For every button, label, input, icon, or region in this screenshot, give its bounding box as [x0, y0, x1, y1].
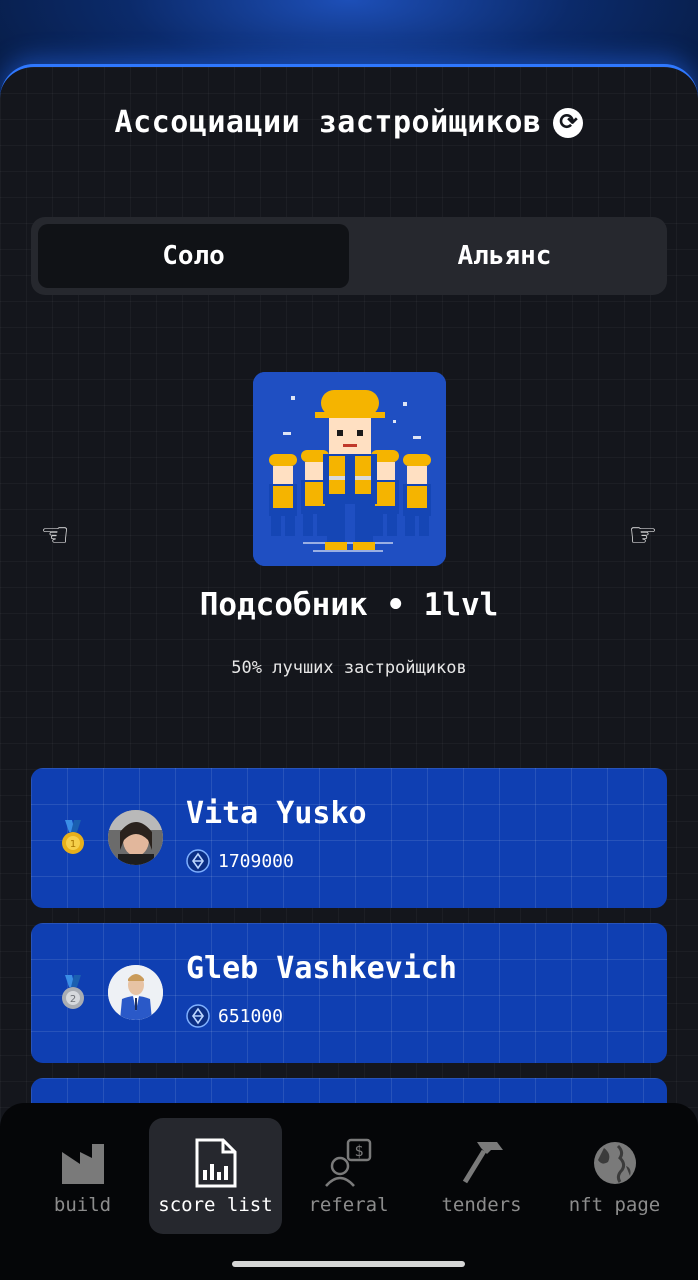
bottom-nav: build score list $ referal tenders nft p… [0, 1103, 698, 1280]
refresh-icon[interactable]: ⟳ [553, 107, 584, 138]
nav-build[interactable]: build [16, 1118, 149, 1234]
nav-referal[interactable]: $ referal [282, 1118, 415, 1234]
avatar [108, 965, 163, 1020]
score-row: 651000 [186, 1004, 283, 1028]
building-icon [61, 1144, 104, 1184]
tab-solo[interactable]: Соло [38, 224, 349, 288]
svg-text:1: 1 [70, 839, 76, 850]
tab-alliance[interactable]: Альянс [349, 224, 660, 288]
nav-score-list[interactable]: score list [149, 1118, 282, 1234]
nav-label: score list [158, 1194, 273, 1216]
hammer-icon [462, 1142, 503, 1184]
score-row: 1709000 [186, 849, 294, 873]
nav-label: referal [308, 1194, 389, 1216]
gold-medal-icon: 1 [62, 820, 84, 854]
page-title: Ассоциации застройщиков [114, 105, 542, 140]
svg-text:$: $ [354, 1142, 363, 1160]
nav-label: tenders [441, 1194, 522, 1216]
nav-label: nft page [568, 1194, 661, 1216]
rank-carousel: ☜ ☞ Подсобник • 1lvl 50% лучших застройщ… [0, 372, 698, 692]
leaderboard-row[interactable]: 1 Vita Yusko 1709000 [31, 768, 667, 908]
globe-icon [593, 1142, 636, 1184]
pointing-right-hand-icon[interactable]: ☞ [616, 512, 670, 558]
player-score: 1709000 [218, 850, 294, 872]
nav-tenders[interactable]: tenders [415, 1118, 548, 1234]
player-name: Gleb Vashkevich [186, 951, 457, 986]
rank-subtitle: 50% лучших застройщиков [231, 658, 467, 678]
nav-nft-page[interactable]: nft page [548, 1118, 681, 1234]
player-name: Vita Yusko [186, 796, 367, 831]
player-score: 651000 [218, 1005, 284, 1027]
coin-icon [186, 849, 210, 873]
home-indicator[interactable] [232, 1261, 465, 1267]
pointing-left-hand-icon[interactable]: ☜ [28, 512, 82, 558]
svg-text:2: 2 [70, 994, 76, 1005]
mode-switch: Соло Альянс [31, 217, 667, 295]
leaderboard-row[interactable]: 2 Gleb Vashkevich 651000 [31, 923, 667, 1063]
header: Ассоциации застройщиков ⟳ [0, 105, 698, 140]
main-panel: Ассоциации застройщиков ⟳ Соло Альянс ☜ … [0, 64, 698, 1280]
referral-icon: $ [324, 1138, 371, 1187]
rank-image [253, 372, 446, 566]
rank-title: Подсобник • 1lvl [199, 587, 499, 623]
silver-medal-icon: 2 [62, 975, 84, 1009]
coin-icon [186, 1004, 210, 1028]
avatar [108, 810, 163, 865]
nav-label: build [53, 1194, 112, 1216]
document-chart-icon [195, 1138, 236, 1188]
